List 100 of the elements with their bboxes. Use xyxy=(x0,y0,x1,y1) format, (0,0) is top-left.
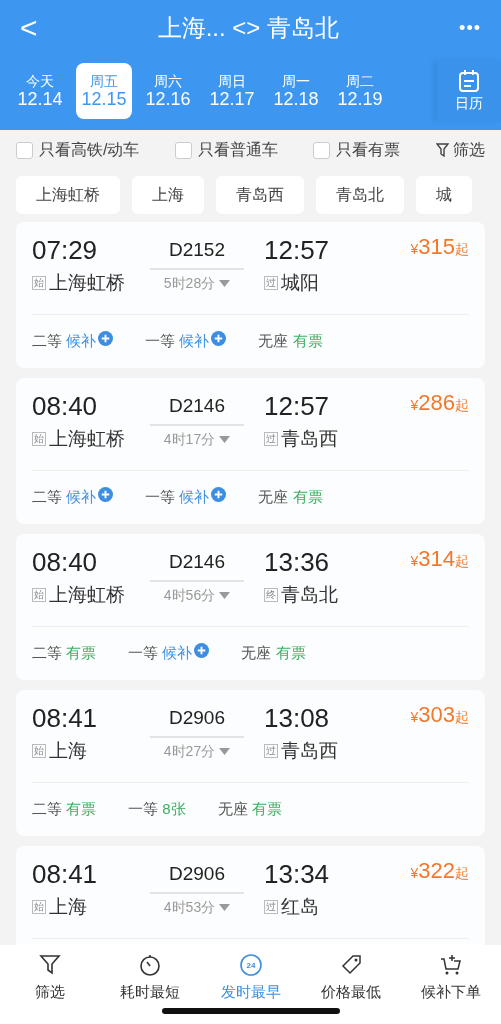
train-number: D2906 xyxy=(150,860,244,894)
filter-icon xyxy=(436,143,449,157)
departure-time: 07:29 xyxy=(32,236,99,265)
seat-class: 二等 xyxy=(32,800,62,818)
seat-status: 有票 xyxy=(251,800,282,818)
price: ¥314起 xyxy=(410,548,469,570)
train-card[interactable]: 08:41 始 上海 D2906 4时53分 13:34 过 红岛 ¥322起 xyxy=(16,846,485,945)
seat-status: 有票 xyxy=(66,644,97,662)
train-number: D2906 xyxy=(150,704,244,738)
arrival-time: 12:57 xyxy=(264,236,331,265)
seat-class: 无座 xyxy=(258,488,289,506)
duration: 5时28分 xyxy=(163,273,216,293)
station-chip[interactable]: 青岛西 xyxy=(216,176,304,214)
checkbox-label: 只看普通车 xyxy=(197,140,278,160)
train-card[interactable]: 08:40 始 上海虹桥 D2146 4时56分 13:36 终 青岛北 ¥314起 二等 有票 一等 候补 无座 有票 xyxy=(16,534,485,680)
caret-icon[interactable] xyxy=(219,279,231,287)
departure-time: 08:41 xyxy=(32,704,99,733)
station-chip[interactable]: 城 xyxy=(416,176,472,214)
arrival-time: 13:08 xyxy=(264,704,331,733)
arrival-time: 13:34 xyxy=(264,860,331,889)
seat-status: 有票 xyxy=(66,800,97,818)
departure-station: 上海 xyxy=(49,894,87,919)
caret-icon[interactable] xyxy=(219,435,231,443)
nav-tab[interactable]: 候补下单 xyxy=(400,953,501,1004)
seat-class: 一等 xyxy=(145,488,176,506)
filter-icon xyxy=(38,953,63,977)
train-card[interactable]: 07:29 始 上海虹桥 D2152 5时28分 12:57 过 城阳 ¥315起 二等 候补 一等 候补 无座 有票 xyxy=(16,222,485,368)
nav-tab[interactable]: 价格最低 xyxy=(300,953,401,1004)
origin-tag: 始 xyxy=(32,431,46,446)
seat-class: 无座 xyxy=(217,800,248,818)
seat-class: 二等 xyxy=(32,332,62,350)
seat-status: 有票 xyxy=(292,488,323,506)
station-chip[interactable]: 青岛北 xyxy=(316,176,404,214)
timer-icon xyxy=(138,953,163,977)
departure-station: 上海虹桥 xyxy=(49,426,125,451)
cart-icon xyxy=(438,953,463,977)
stop-tag: 过 xyxy=(264,275,278,290)
seat-status: 8张 xyxy=(162,800,186,818)
seat-class: 二等 xyxy=(32,644,62,662)
seat-class: 二等 xyxy=(32,488,62,506)
origin-tag: 始 xyxy=(32,275,46,290)
train-card[interactable]: 08:40 始 上海虹桥 D2146 4时17分 12:57 过 青岛西 ¥286起 二等 候补 一等 候补 无座 有票 xyxy=(16,378,485,524)
nav-tab[interactable]: 24 发时最早 xyxy=(200,953,301,1004)
plus-icon[interactable] xyxy=(98,487,114,503)
station-chip[interactable]: 上海虹桥 xyxy=(16,176,120,214)
price: ¥303起 xyxy=(410,704,469,726)
arrival-time: 12:57 xyxy=(264,392,331,421)
arrival-station: 青岛西 xyxy=(281,738,338,763)
station-chip[interactable]: 上海 xyxy=(132,176,204,214)
seat-class: 一等 xyxy=(145,332,176,350)
train-number: D2146 xyxy=(150,392,244,426)
seat-status: 候补 xyxy=(162,644,193,662)
stop-tag: 终 xyxy=(264,587,278,602)
departure-time: 08:40 xyxy=(32,548,99,577)
origin-tag: 始 xyxy=(32,587,46,602)
departure-time: 08:40 xyxy=(32,392,99,421)
stop-tag: 过 xyxy=(264,899,278,914)
filter-button[interactable]: 筛选 xyxy=(436,138,485,162)
seat-status: 有票 xyxy=(292,332,323,350)
checkbox[interactable] xyxy=(174,141,192,159)
departure-station: 上海虹桥 xyxy=(49,582,125,607)
plus-icon[interactable] xyxy=(194,643,210,659)
nav-tab[interactable]: 耗时最短 xyxy=(100,953,201,1004)
arrival-time: 13:36 xyxy=(264,548,331,577)
duration: 4时53分 xyxy=(163,897,216,917)
seat-status: 候补 xyxy=(66,488,97,506)
train-number: D2152 xyxy=(150,236,244,270)
arrival-station: 青岛北 xyxy=(281,582,338,607)
route-title: 上海... <> 青岛北 xyxy=(157,13,339,43)
seat-status: 候补 xyxy=(179,332,210,350)
duration: 4时56分 xyxy=(163,585,216,605)
nav-tab[interactable]: 筛选 xyxy=(0,953,101,1004)
departure-station: 上海 xyxy=(49,738,87,763)
arrival-station: 青岛西 xyxy=(281,426,338,451)
price: ¥322起 xyxy=(410,860,469,882)
plus-icon[interactable] xyxy=(211,331,227,347)
caret-icon[interactable] xyxy=(219,591,231,599)
plus-icon[interactable] xyxy=(211,487,227,503)
train-card[interactable]: 08:41 始 上海 D2906 4时27分 13:08 过 青岛西 ¥303起 二等 有票 一等 8张 无座 有票 xyxy=(16,690,485,836)
origin-tag: 始 xyxy=(32,743,46,758)
price: ¥286起 xyxy=(410,392,469,414)
checkbox-label: 只看高铁/动车 xyxy=(39,140,140,160)
arrival-station: 城阳 xyxy=(281,270,319,295)
plus-icon[interactable] xyxy=(98,331,114,347)
seat-status: 有票 xyxy=(275,644,306,662)
checkbox-label: 只看有票 xyxy=(336,140,401,160)
checkbox[interactable] xyxy=(16,141,33,159)
duration: 4时27分 xyxy=(163,741,216,761)
stop-tag: 过 xyxy=(264,431,278,446)
seat-class: 一等 xyxy=(128,644,159,662)
duration: 4时17分 xyxy=(163,429,216,449)
seat-class: 无座 xyxy=(258,332,289,350)
price: ¥315起 xyxy=(410,236,469,258)
caret-icon[interactable] xyxy=(219,747,231,755)
departure-station: 上海虹桥 xyxy=(49,270,125,295)
seat-status: 候补 xyxy=(179,488,210,506)
seat-class: 一等 xyxy=(128,800,159,818)
caret-icon[interactable] xyxy=(219,903,231,911)
checkbox[interactable] xyxy=(313,141,331,159)
arrival-station: 红岛 xyxy=(281,894,319,919)
